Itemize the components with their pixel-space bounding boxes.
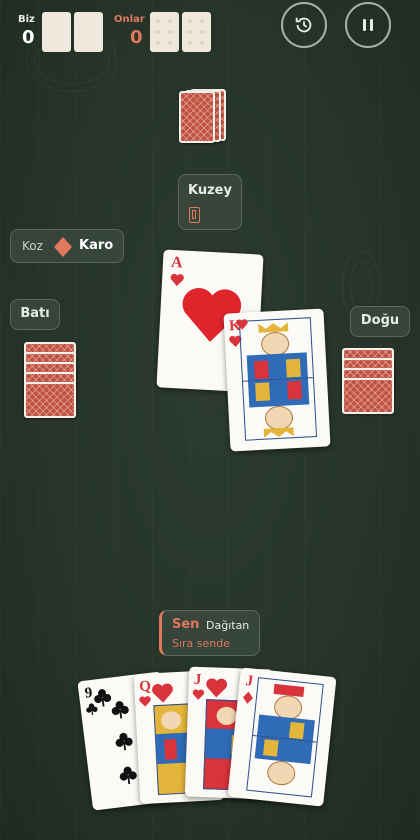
status-message: Sıra sende: [172, 637, 231, 650]
player-east: Doğu: [350, 306, 410, 337]
player-east-name: Doğu: [360, 313, 400, 328]
card-rank: J: [244, 672, 254, 690]
heart-icon: [139, 696, 151, 707]
king-face-art: [238, 317, 318, 441]
pause-icon: [363, 19, 373, 31]
card-count-icon: [189, 207, 200, 223]
heart-icon: [236, 319, 248, 330]
diamond-icon: [54, 237, 72, 257]
east-card-back: [342, 378, 394, 414]
pause-button[interactable]: [345, 2, 391, 48]
trump-indicator: Koz Karo: [10, 229, 124, 263]
heart-icon: [152, 683, 173, 703]
card-rank: J: [193, 671, 202, 688]
score-us-value: 0: [22, 27, 35, 48]
trick-slot: [74, 12, 103, 52]
jack-face-art: [246, 677, 324, 798]
diamond-icon: [242, 691, 253, 704]
history-button[interactable]: [281, 2, 327, 48]
trump-suit: Karo: [79, 238, 114, 253]
score-us: Biz 0: [18, 14, 35, 48]
card-rank: Q: [138, 678, 152, 695]
wood-knot: [350, 262, 372, 310]
player-west-name: Batı: [20, 306, 50, 321]
club-icon: [119, 766, 137, 785]
hand-card-jack-diamonds[interactable]: J: [227, 667, 337, 807]
trump-label: Koz: [22, 239, 43, 253]
heart-icon: [206, 678, 228, 698]
status-player: Sen: [172, 617, 200, 632]
player-west: Batı: [10, 299, 60, 330]
score-them: Onlar 0: [114, 14, 145, 48]
score-us-label: Biz: [18, 14, 35, 25]
club-icon: [115, 732, 133, 751]
player-north-name: Kuzey: [188, 183, 232, 198]
player-north: Kuzey: [178, 174, 242, 230]
card-rank: 9: [83, 684, 94, 702]
west-card-back: [24, 382, 76, 418]
score-them-label: Onlar: [114, 14, 145, 25]
trick-slot: [182, 12, 211, 52]
status-role: Dağıtan: [206, 619, 250, 632]
turn-status: Sen Dağıtan Sıra sende: [159, 610, 260, 656]
card-rank: A: [170, 253, 184, 272]
trick-slot: [150, 12, 179, 52]
trick-slot: [42, 12, 71, 52]
club-icon: [111, 701, 129, 719]
history-icon: [295, 17, 312, 33]
game-table: Biz 0 Onlar 0 Kuzey Koz Karo Batı Doğu A…: [0, 0, 420, 840]
played-card-king-hearts: K: [223, 308, 331, 452]
heart-icon: [192, 689, 204, 700]
score-them-value: 0: [130, 27, 143, 48]
north-card-back: [179, 91, 215, 143]
